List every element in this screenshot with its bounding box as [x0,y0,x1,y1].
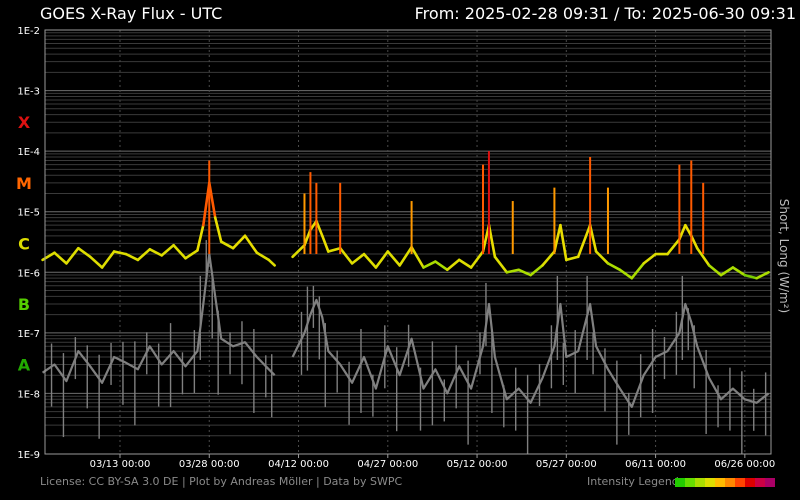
goes-xray-flux-view: { "header": { "title": "GOES X-Ray Flux … [0,0,800,500]
y-tick-label: 1E-5 [17,208,40,219]
flare-class-label: X [18,113,31,132]
intensity-legend-label: Intensity Legend [587,475,679,488]
legend-swatch [745,478,755,487]
legend-swatch [705,478,715,487]
flare-class-label: A [18,356,31,375]
y-tick-label: 1E-9 [17,450,40,461]
y-tick-label: 1E-4 [17,147,40,158]
legend-swatch [755,478,765,487]
flare-class-label: C [18,234,30,253]
x-tick-label: 06/26 00:00 [714,459,775,470]
intensity-legend-bar [675,478,775,487]
legend-swatch [735,478,745,487]
y-tick-label: 1E-2 [17,26,40,37]
flare-class-label: M [16,174,32,193]
x-tick-label: 03/13 00:00 [90,459,151,470]
y-axis-label: Short, Long (W/m²) [777,198,791,314]
license-credits: License: CC BY-SA 3.0 DE | Plot by Andre… [40,475,403,488]
legend-swatch [685,478,695,487]
x-axis-ticks: 03/13 00:00 03/28 00:00 04/12 00:00 04/27 0… [90,454,775,470]
xray-flux-plot: 1E-2 1E-3 1E-4 1E-5 1E-6 1E-7 1E-8 1E-9 03/13 0… [16,26,775,470]
legend-swatch [725,478,735,487]
flare-class-label: B [18,295,30,314]
y-tick-label: 1E-7 [17,329,40,340]
legend-swatch [675,478,685,487]
x-tick-label: 06/11 00:00 [625,459,686,470]
x-tick-label: 04/12 00:00 [268,459,329,470]
y-tick-label: 1E-3 [17,87,40,98]
x-tick-label: 05/27 00:00 [536,459,597,470]
x-tick-label: 03/28 00:00 [179,459,240,470]
y-tick-label: 1E-6 [17,268,40,279]
legend-swatch [765,478,775,487]
x-tick-label: 05/12 00:00 [447,459,508,470]
x-tick-label: 04/27 00:00 [357,459,418,470]
legend-swatch [695,478,705,487]
legend-swatch [715,478,725,487]
y-tick-label: 1E-8 [17,389,40,400]
